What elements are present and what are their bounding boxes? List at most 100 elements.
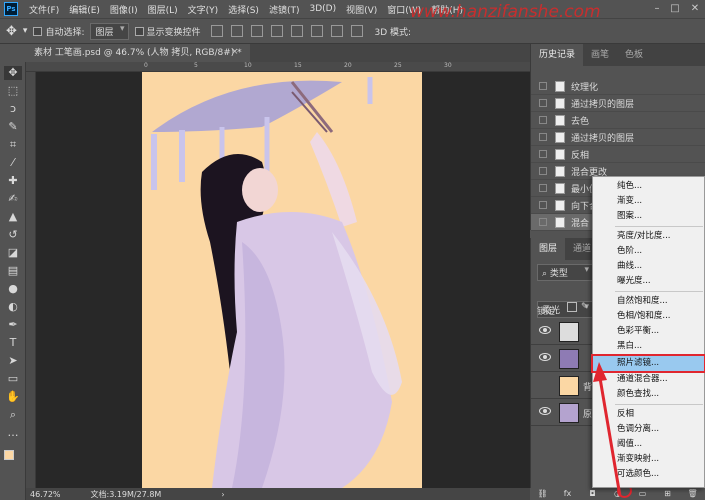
history-item[interactable]: 反相 <box>531 146 705 163</box>
more-tools-icon[interactable]: … <box>4 426 22 440</box>
lock-paint-icon[interactable]: ✎ <box>581 302 589 312</box>
link-layers-icon[interactable]: ⛓ <box>538 489 548 499</box>
new-layer-icon[interactable]: ⊞ <box>663 489 673 499</box>
dodge-tool-icon[interactable]: ◐ <box>4 300 22 314</box>
align-center-icon[interactable] <box>290 25 303 37</box>
document-size: 文档:3.19M/27.8M <box>90 489 162 499</box>
align-bottom-icon[interactable] <box>250 25 263 37</box>
healing-tool-icon[interactable]: ✚ <box>4 174 22 188</box>
ruler-tick: 0 <box>144 62 148 69</box>
menu-item-brightness-contrast[interactable]: 亮度/对比度... <box>593 229 704 244</box>
document-tab[interactable]: 素材 工笔画.psd @ 46.7% (人物 拷贝, RGB/8#) * <box>26 44 250 62</box>
menu-item-black-white[interactable]: 黑白... <box>593 339 704 354</box>
menu-file[interactable]: 文件(F) <box>24 3 64 16</box>
menu-item-color-balance[interactable]: 色彩平衡... <box>593 324 704 339</box>
visibility-eye-icon[interactable] <box>539 326 551 334</box>
eraser-tool-icon[interactable]: ◪ <box>4 246 22 260</box>
menu-layer[interactable]: 图层(L) <box>143 3 183 16</box>
tool-preset-dropdown[interactable]: ▾ <box>23 26 28 36</box>
document-icon <box>555 182 565 194</box>
document-tab-title: 素材 工笔画.psd @ 46.7% (人物 拷贝, RGB/8#) * <box>34 48 242 58</box>
lasso-tool-icon[interactable]: ↄ <box>4 102 22 116</box>
zoom-level[interactable]: 46.72% <box>30 490 61 499</box>
distribute-icon[interactable] <box>330 25 343 37</box>
type-tool-icon[interactable]: T <box>4 336 22 350</box>
tab-history[interactable]: 历史记录 <box>531 44 584 66</box>
menu-separator <box>615 226 703 227</box>
search-icon: ⌕ <box>542 269 550 279</box>
menu-filter[interactable]: 滤镜(T) <box>264 3 305 16</box>
align-left-icon[interactable] <box>270 25 283 37</box>
ruler-tick: 20 <box>344 62 352 69</box>
fx-icon[interactable]: fx <box>563 489 573 499</box>
gradient-tool-icon[interactable]: ▤ <box>4 264 22 278</box>
menu-item-pattern[interactable]: 图案... <box>593 209 704 224</box>
visibility-eye-icon[interactable] <box>539 353 551 361</box>
brush-tool-icon[interactable]: ✍ <box>4 192 22 206</box>
zoom-tool-icon[interactable]: ⌕ <box>4 408 22 422</box>
annotation-arrow-icon <box>593 362 622 497</box>
menu-item-exposure[interactable]: 曝光度... <box>593 274 704 289</box>
ruler-tick: 5 <box>194 62 198 69</box>
stamp-tool-icon[interactable]: ▲ <box>4 210 22 224</box>
menu-item-levels[interactable]: 色阶... <box>593 244 704 259</box>
close-tab-icon[interactable]: × <box>231 47 239 57</box>
lock-transparent-icon[interactable] <box>567 302 577 312</box>
tab-brushes[interactable]: 画笔 <box>583 44 617 66</box>
move-tool-icon[interactable]: ✥ <box>4 66 22 80</box>
crop-tool-icon[interactable]: ⌗ <box>4 138 22 152</box>
status-arrow-icon[interactable]: › <box>221 490 224 499</box>
menu-item-vibrance[interactable]: 自然饱和度... <box>593 294 704 309</box>
hand-tool-icon[interactable]: ✋ <box>4 390 22 404</box>
align-middle-icon[interactable] <box>230 25 243 37</box>
new-group-icon[interactable]: ▭ <box>638 489 648 499</box>
history-item[interactable]: 通过拷贝的图层 <box>531 95 705 112</box>
layer-filter-select[interactable]: ⌕ 类型 <box>537 264 593 281</box>
menu-item-solid-color[interactable]: 纯色... <box>593 179 704 194</box>
document-icon <box>555 131 565 143</box>
layer-thumbnail <box>559 349 579 369</box>
vertical-ruler <box>26 72 36 488</box>
blur-tool-icon[interactable]: ● <box>4 282 22 296</box>
mode3d-label: 3D 模式: <box>374 27 412 38</box>
move-tool-icon[interactable]: ✥ <box>6 24 17 39</box>
menu-item-hue-saturation[interactable]: 色相/饱和度... <box>593 309 704 324</box>
menu-3d[interactable]: 3D(D) <box>304 4 341 14</box>
visibility-eye-icon[interactable] <box>539 407 551 415</box>
tools-panel: ✥ ⬚ ↄ ✎ ⌗ ⁄ ✚ ✍ ▲ ↺ ◪ ▤ ● ◐ ✒ T ➤ ▭ ✋ ⌕ … <box>0 62 26 500</box>
options-bar: ✥ ▾ 自动选择: 图层 显示变换控件 3D 模式: <box>0 18 705 44</box>
pen-tool-icon[interactable]: ✒ <box>4 318 22 332</box>
foreground-color-swatch[interactable] <box>4 450 14 460</box>
document-canvas[interactable] <box>142 72 422 488</box>
artwork-image <box>151 77 402 488</box>
menu-type[interactable]: 文字(Y) <box>183 3 224 16</box>
path-select-tool-icon[interactable]: ➤ <box>4 354 22 368</box>
quick-select-tool-icon[interactable]: ✎ <box>4 120 22 134</box>
document-icon <box>555 114 565 126</box>
auto-select-target-select[interactable]: 图层 <box>90 22 129 40</box>
document-tab-bar: 素材 工笔画.psd @ 46.7% (人物 拷贝, RGB/8#) * × <box>26 44 530 62</box>
menu-select[interactable]: 选择(S) <box>223 3 264 16</box>
menu-item-gradient[interactable]: 渐变... <box>593 194 704 209</box>
shape-tool-icon[interactable]: ▭ <box>4 372 22 386</box>
align-right-icon[interactable] <box>310 25 323 37</box>
delete-layer-icon[interactable]: 🗑 <box>688 489 698 499</box>
tab-swatches[interactable]: 色板 <box>617 44 651 66</box>
menu-edit[interactable]: 编辑(E) <box>64 3 105 16</box>
menu-view[interactable]: 视图(V) <box>341 3 382 16</box>
menu-image[interactable]: 图像(I) <box>105 3 143 16</box>
history-item[interactable]: 通过拷贝的图层 <box>531 129 705 146</box>
distribute-h-icon[interactable] <box>350 25 363 37</box>
marquee-tool-icon[interactable]: ⬚ <box>4 84 22 98</box>
auto-select-checkbox[interactable]: 自动选择: <box>33 25 84 38</box>
align-top-icon[interactable] <box>210 25 223 37</box>
menu-item-curves[interactable]: 曲线... <box>593 259 704 274</box>
status-bar: 46.72% 文档:3.19M/27.8M › <box>26 488 530 500</box>
history-brush-tool-icon[interactable]: ↺ <box>4 228 22 242</box>
show-transform-checkbox[interactable]: 显示变换控件 <box>134 25 201 38</box>
auto-select-label: 自动选择: <box>45 27 85 38</box>
eyedropper-tool-icon[interactable]: ⁄ <box>4 156 22 170</box>
tab-layers[interactable]: 图层 <box>531 238 566 260</box>
history-item[interactable]: 去色 <box>531 112 705 129</box>
history-item[interactable]: 纹理化 <box>531 78 705 95</box>
